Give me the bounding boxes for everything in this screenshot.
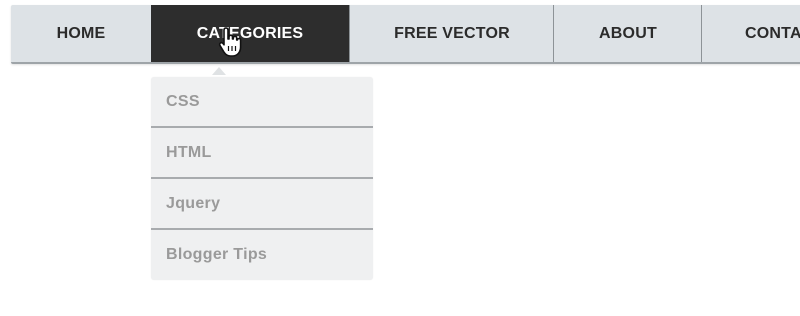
- categories-dropdown-menu: CSS HTML Jquery Blogger Tips: [151, 77, 373, 280]
- hand-pointer-icon: [218, 27, 242, 57]
- dropdown-item-html[interactable]: HTML: [151, 128, 373, 179]
- dropdown-item-jquery[interactable]: Jquery: [151, 179, 373, 230]
- nav-item-home[interactable]: HOME: [11, 5, 151, 62]
- nav-item-free-vector[interactable]: FREE VECTOR: [349, 5, 554, 62]
- page: HOME CATEGORIES FREE VECTOR ABOUT CONTA …: [0, 0, 800, 316]
- dropdown-caret-icon: [212, 67, 226, 75]
- dropdown-item-blogger-tips[interactable]: Blogger Tips: [151, 230, 373, 280]
- nav-item-contact[interactable]: CONTA: [701, 5, 800, 62]
- main-navigation: HOME CATEGORIES FREE VECTOR ABOUT CONTA: [11, 5, 800, 64]
- nav-item-about[interactable]: ABOUT: [553, 5, 702, 62]
- dropdown-item-css[interactable]: CSS: [151, 77, 373, 128]
- nav-item-categories[interactable]: CATEGORIES: [151, 5, 349, 62]
